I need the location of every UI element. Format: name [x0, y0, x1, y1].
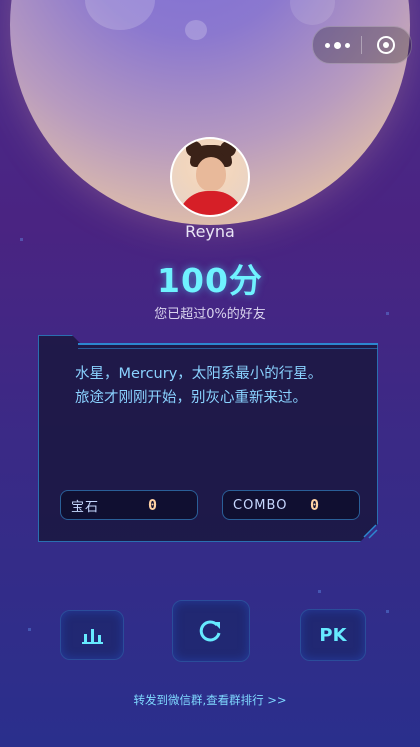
mini-program-capsule — [312, 26, 412, 64]
replay-button[interactable] — [172, 600, 250, 662]
bar-chart-icon — [82, 629, 103, 644]
target-close-icon[interactable] — [362, 27, 410, 63]
pk-button[interactable]: PK — [300, 609, 366, 661]
combo-counter: COMBO 0 — [222, 490, 360, 520]
more-dots-icon[interactable] — [313, 27, 361, 63]
combo-label: COMBO — [233, 497, 288, 513]
card-message-line: 水星，Mercury，太阳系最小的行星。 — [75, 366, 323, 382]
score: 100分 — [157, 261, 263, 300]
percent-text: 您已超过0%的好友 — [154, 307, 266, 322]
star-dot — [386, 610, 389, 613]
star-dot — [318, 590, 321, 593]
combo-value: 0 — [309, 496, 319, 514]
gem-counter: 宝石 0 — [60, 490, 198, 520]
leaderboard-button[interactable] — [60, 610, 124, 660]
card-accent-line — [78, 343, 378, 345]
replay-icon — [199, 620, 221, 642]
gem-label: 宝石 — [71, 499, 100, 515]
avatar — [170, 137, 250, 217]
gem-value: 0 — [147, 496, 157, 514]
share-to-group-link[interactable]: 转发到微信群,查看群排行 >> — [0, 692, 420, 708]
star-dot — [28, 628, 31, 631]
card-message: 水星，Mercury，太阳系最小的行星。 旅途才刚刚开始，别灰心重新来过。 — [75, 362, 365, 410]
card-message-line: 旅途才刚刚开始，别灰心重新来过。 — [75, 390, 307, 406]
username: Reyna — [185, 222, 235, 241]
card-accent-line — [78, 348, 378, 349]
card-corner-decoration — [363, 524, 378, 539]
planet-crater — [185, 20, 207, 40]
